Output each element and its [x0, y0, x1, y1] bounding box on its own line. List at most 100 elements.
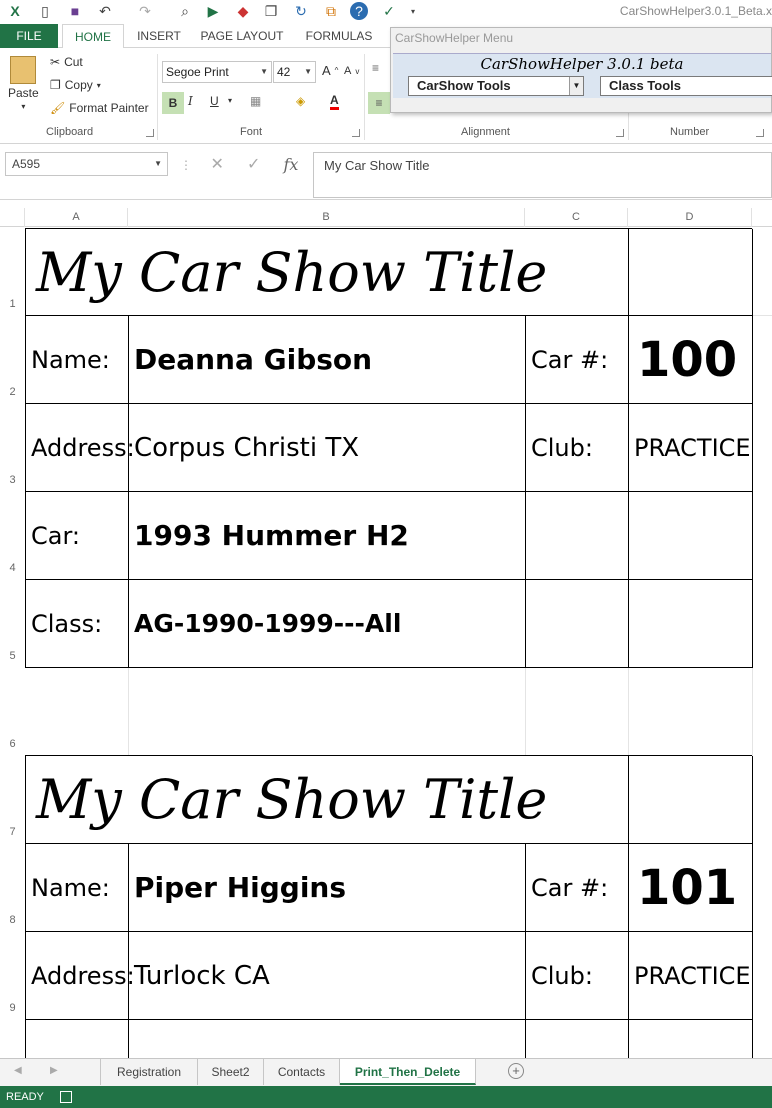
row-header-7[interactable]: 7: [0, 826, 25, 838]
cell[interactable]: [629, 580, 753, 668]
font-family-select[interactable]: Segoe Print ▼: [162, 61, 272, 83]
tab-home[interactable]: HOME: [62, 24, 124, 49]
name-box[interactable]: A595 ▼: [5, 152, 168, 176]
row-header-1[interactable]: 1: [0, 298, 25, 310]
row-header-9[interactable]: 9: [0, 1002, 25, 1014]
export-icon[interactable]: ⧉: [322, 2, 340, 20]
card-title-cell[interactable]: My Car Show Title: [26, 229, 629, 316]
redo-icon[interactable]: ↷: [136, 2, 154, 20]
column-header-a[interactable]: A: [25, 208, 128, 227]
cell[interactable]: [26, 1020, 129, 1058]
new-file-icon[interactable]: ▯: [36, 2, 54, 20]
address-label-cell[interactable]: Address:: [26, 932, 135, 1020]
cell[interactable]: [526, 1020, 629, 1058]
font-launcher-icon[interactable]: [352, 129, 360, 137]
carshow-tools-select[interactable]: CarShow Tools ▼: [408, 76, 584, 96]
tab-formulas[interactable]: FORMULAS: [300, 24, 378, 48]
copy-button[interactable]: ❐ Copy ▾: [50, 78, 101, 92]
refresh-icon[interactable]: ↻: [292, 2, 310, 20]
cell[interactable]: [526, 580, 629, 668]
copy-stack-icon[interactable]: ❐: [262, 2, 280, 20]
cell[interactable]: [629, 492, 753, 580]
help-icon[interactable]: ?: [350, 2, 368, 20]
cell[interactable]: [629, 1020, 753, 1058]
shrink-font-button[interactable]: Av: [344, 65, 359, 77]
row-header-2[interactable]: 2: [0, 386, 25, 398]
cell[interactable]: [629, 229, 753, 316]
customize-qat-icon[interactable]: ▾: [404, 2, 422, 20]
paste-button[interactable]: Paste ▾: [8, 56, 39, 111]
bold-button[interactable]: B: [162, 92, 184, 114]
row-header-3[interactable]: 3: [0, 474, 25, 486]
print-preview-icon[interactable]: ⌕: [176, 2, 194, 20]
align-left-icon[interactable]: ≡: [368, 92, 390, 114]
font-size-select[interactable]: 42 ▼: [273, 61, 316, 83]
format-painter-button[interactable]: 🖌 Format Painter: [50, 101, 149, 115]
sheet-tab-sheet2[interactable]: Sheet2: [198, 1059, 264, 1085]
undo-icon[interactable]: ↶: [96, 2, 114, 20]
car-number-value-cell[interactable]: 101: [629, 844, 753, 932]
row-header-4[interactable]: 4: [0, 562, 25, 574]
formula-input[interactable]: My Car Show Title: [313, 152, 772, 198]
name-value-cell[interactable]: Deanna Gibson: [129, 316, 526, 404]
sheet-tab-registration[interactable]: Registration: [100, 1059, 198, 1085]
tab-page-layout[interactable]: PAGE LAYOUT: [196, 24, 288, 48]
row-header-6[interactable]: 6: [0, 738, 25, 750]
check-icon[interactable]: ✓: [380, 2, 398, 20]
column-header-b[interactable]: B: [128, 208, 525, 227]
sheet-tab-contacts[interactable]: Contacts: [264, 1059, 340, 1085]
scroll-right-icon[interactable]: ▶: [50, 1065, 58, 1076]
cell[interactable]: [629, 756, 753, 844]
car-number-label-cell[interactable]: Car #:: [526, 844, 629, 932]
borders-icon[interactable]: ▦: [250, 94, 261, 108]
car-label-cell[interactable]: Car:: [26, 492, 129, 580]
club-label-cell[interactable]: Club:: [526, 932, 629, 1020]
clipboard-launcher-icon[interactable]: [146, 129, 154, 137]
cancel-icon[interactable]: ✕: [211, 154, 224, 174]
save-icon[interactable]: ■: [66, 2, 84, 20]
align-top-icon[interactable]: ≡: [372, 61, 379, 75]
sheet-tab-print-then-delete[interactable]: Print_Then_Delete: [340, 1059, 476, 1085]
scroll-left-icon[interactable]: ◀: [14, 1065, 22, 1076]
column-header-d[interactable]: D: [628, 208, 752, 227]
club-label-cell[interactable]: Club:: [526, 404, 629, 492]
eraser-icon[interactable]: ◆: [234, 2, 252, 20]
address-value-cell[interactable]: Corpus Christi TX: [129, 404, 526, 492]
card-title-cell[interactable]: My Car Show Title: [26, 756, 629, 844]
column-header-c[interactable]: C: [525, 208, 628, 227]
cell[interactable]: [129, 1020, 526, 1058]
underline-dropdown-icon[interactable]: ▾: [228, 96, 232, 105]
enter-icon[interactable]: ✓: [247, 154, 260, 174]
tab-file[interactable]: FILE: [0, 24, 58, 48]
name-value-cell[interactable]: Piper Higgins: [129, 844, 526, 932]
number-launcher-icon[interactable]: [756, 129, 764, 137]
address-value-cell[interactable]: Turlock CA: [129, 932, 526, 1020]
select-all-corner[interactable]: [0, 208, 25, 227]
car-number-label-cell[interactable]: Car #:: [526, 316, 629, 404]
alignment-launcher-icon[interactable]: [616, 129, 624, 137]
class-tools-select[interactable]: Class Tools: [600, 76, 772, 96]
cell[interactable]: [526, 492, 629, 580]
address-label-cell[interactable]: Address:: [26, 404, 135, 492]
splitter-handle[interactable]: ⋮: [180, 158, 192, 172]
macro-record-icon[interactable]: [60, 1091, 72, 1103]
car-number-value-cell[interactable]: 100: [629, 316, 753, 404]
cut-button[interactable]: ✂ Cut: [50, 55, 83, 69]
club-value-cell[interactable]: PRACTICE: [629, 404, 753, 492]
class-label-cell[interactable]: Class:: [26, 580, 129, 668]
row-header-5[interactable]: 5: [0, 650, 25, 662]
fill-color-icon[interactable]: ◈: [296, 94, 305, 108]
car-value-cell[interactable]: 1993 Hummer H2: [129, 492, 526, 580]
tab-insert[interactable]: INSERT: [128, 24, 190, 48]
name-label-cell[interactable]: Name:: [26, 844, 129, 932]
insert-function-icon[interactable]: fx: [284, 155, 299, 174]
row-header-8[interactable]: 8: [0, 914, 25, 926]
name-label-cell[interactable]: Name:: [26, 316, 129, 404]
add-sheet-icon[interactable]: +: [508, 1063, 524, 1079]
italic-button[interactable]: I: [188, 94, 193, 108]
font-color-icon[interactable]: A: [330, 93, 339, 110]
underline-button[interactable]: U: [210, 94, 219, 108]
class-value-cell[interactable]: AG-1990-1999---All: [129, 580, 526, 668]
grow-font-button[interactable]: A ^: [322, 63, 338, 78]
macro-icon[interactable]: ▶: [204, 2, 222, 20]
